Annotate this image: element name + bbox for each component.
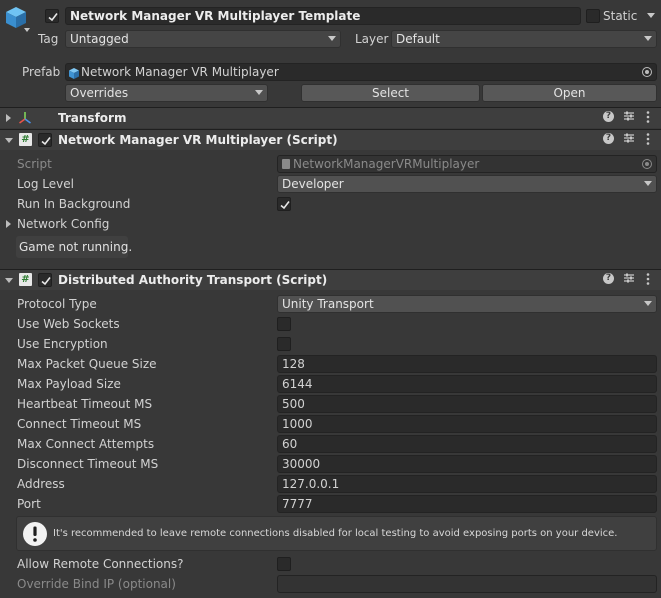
chevron-down-icon bbox=[644, 181, 652, 186]
checkmark-icon bbox=[280, 201, 290, 210]
log-level-label: Log Level bbox=[17, 177, 74, 191]
help-icon[interactable]: ? bbox=[603, 133, 614, 144]
address-input[interactable]: 127.0.0.1 bbox=[277, 475, 657, 493]
prefab-cube-icon bbox=[69, 67, 79, 80]
use-encryption-label: Use Encryption bbox=[17, 337, 108, 351]
status-box: Game not running. bbox=[16, 236, 132, 258]
static-label: Static bbox=[603, 9, 638, 23]
open-button[interactable]: Open bbox=[482, 84, 657, 102]
gameobject-cube-icon[interactable] bbox=[5, 6, 27, 30]
transform-title: Transform bbox=[58, 111, 127, 125]
max-packet-queue-size-input[interactable]: 128 bbox=[277, 355, 657, 373]
max-payload-size-input[interactable]: 6144 bbox=[277, 375, 657, 393]
chevron-down-icon bbox=[644, 36, 652, 41]
checkmark-icon bbox=[41, 137, 51, 146]
log-level-dropdown[interactable]: Developer bbox=[277, 175, 657, 193]
max-connect-attempts-input[interactable]: 60 bbox=[277, 435, 657, 453]
chevron-down-icon bbox=[644, 301, 652, 306]
chevron-down-icon bbox=[328, 36, 336, 41]
connect-timeout-input[interactable]: 1000 bbox=[277, 415, 657, 433]
script-value: NetworkManagerVRMultiplayer bbox=[293, 157, 480, 171]
use-web-sockets-label: Use Web Sockets bbox=[17, 317, 120, 331]
network-config-foldout-icon[interactable] bbox=[6, 220, 11, 228]
layer-label: Layer bbox=[355, 32, 389, 46]
overrides-label: Overrides bbox=[70, 86, 129, 100]
prefab-label: Prefab bbox=[22, 65, 61, 79]
field-label: Heartbeat Timeout MS bbox=[17, 397, 153, 411]
field-label: Disconnect Timeout MS bbox=[17, 457, 159, 471]
help-icon[interactable]: ? bbox=[603, 111, 614, 122]
help-icon[interactable]: ? bbox=[603, 273, 614, 284]
kebab-menu-icon[interactable] bbox=[646, 272, 650, 289]
heartbeat-timeout-input[interactable]: 500 bbox=[277, 395, 657, 413]
transport-title: Distributed Authority Transport (Script) bbox=[58, 273, 328, 287]
use-encryption-checkbox[interactable] bbox=[277, 337, 291, 351]
overrides-dropdown[interactable]: Overrides bbox=[65, 84, 268, 102]
gameobject-name-input[interactable]: Network Manager VR Multiplayer Template bbox=[65, 7, 581, 25]
kebab-menu-icon[interactable] bbox=[646, 110, 650, 127]
component-enabled-checkbox[interactable] bbox=[38, 273, 52, 287]
warning-text: It's recommended to leave remote connect… bbox=[53, 528, 618, 539]
object-picker-icon bbox=[642, 159, 652, 169]
log-level-value: Developer bbox=[282, 177, 344, 191]
active-checkbox[interactable] bbox=[45, 9, 59, 23]
script-hash-icon: # bbox=[19, 273, 32, 286]
tag-dropdown[interactable]: Untagged bbox=[65, 30, 341, 48]
presets-icon[interactable] bbox=[623, 110, 635, 125]
script-label: Script bbox=[17, 157, 52, 171]
presets-icon[interactable] bbox=[623, 132, 635, 147]
protocol-type-label: Protocol Type bbox=[17, 297, 97, 311]
field-label: Address bbox=[17, 477, 65, 491]
foldout-arrow-icon[interactable] bbox=[5, 138, 13, 143]
field-label: Max Connect Attempts bbox=[17, 437, 155, 451]
transform-header[interactable]: Transform ? bbox=[0, 107, 661, 128]
static-checkbox[interactable] bbox=[586, 9, 600, 23]
network-config-label[interactable]: Network Config bbox=[17, 216, 109, 232]
object-picker-icon[interactable] bbox=[642, 67, 652, 77]
field-label: Max Payload Size bbox=[17, 377, 121, 391]
chevron-down-icon bbox=[255, 90, 263, 95]
presets-icon[interactable] bbox=[623, 272, 635, 287]
component-enabled-checkbox[interactable] bbox=[38, 133, 52, 147]
select-button[interactable]: Select bbox=[301, 84, 480, 102]
foldout-arrow-icon[interactable] bbox=[6, 114, 11, 122]
run-in-background-checkbox[interactable] bbox=[277, 197, 291, 211]
warning-icon bbox=[22, 521, 48, 550]
warning-help-box: It's recommended to leave remote connect… bbox=[16, 516, 657, 551]
allow-remote-connections-label: Allow Remote Connections? bbox=[17, 557, 184, 571]
use-web-sockets-checkbox[interactable] bbox=[277, 317, 291, 331]
checkmark-icon bbox=[48, 13, 58, 22]
protocol-type-dropdown[interactable]: Unity Transport bbox=[277, 295, 657, 313]
field-label: Port bbox=[17, 497, 41, 511]
run-in-background-label: Run In Background bbox=[17, 197, 131, 211]
layer-value: Default bbox=[396, 32, 440, 46]
layer-dropdown[interactable]: Default bbox=[391, 30, 657, 48]
status-text: Game not running. bbox=[19, 240, 133, 254]
script-object-field: NetworkManagerVRMultiplayer bbox=[277, 155, 657, 173]
checkmark-icon bbox=[41, 277, 51, 286]
kebab-menu-icon[interactable] bbox=[646, 132, 650, 149]
override-bind-ip-label: Override Bind IP (optional) bbox=[17, 577, 176, 591]
script-hash-icon: # bbox=[19, 133, 32, 146]
protocol-type-value: Unity Transport bbox=[282, 297, 374, 311]
port-input[interactable]: 7777 bbox=[277, 495, 657, 513]
transform-icon bbox=[18, 111, 32, 128]
static-dropdown-arrow-icon[interactable] bbox=[647, 13, 655, 18]
prefab-object-field[interactable]: Network Manager VR Multiplayer bbox=[65, 63, 657, 81]
network-manager-title: Network Manager VR Multiplayer (Script) bbox=[58, 133, 338, 147]
icon-dropdown-arrow-icon[interactable] bbox=[24, 28, 30, 32]
script-file-icon bbox=[282, 159, 290, 169]
transport-header[interactable]: # Distributed Authority Transport (Scrip… bbox=[0, 269, 661, 290]
field-label: Connect Timeout MS bbox=[17, 417, 142, 431]
prefab-value: Network Manager VR Multiplayer bbox=[81, 65, 279, 79]
allow-remote-connections-checkbox[interactable] bbox=[277, 557, 291, 571]
tag-label: Tag bbox=[38, 32, 59, 46]
tag-value: Untagged bbox=[70, 32, 129, 46]
disconnect-timeout-input[interactable]: 30000 bbox=[277, 455, 657, 473]
override-bind-ip-input bbox=[277, 575, 657, 593]
foldout-arrow-icon[interactable] bbox=[5, 278, 13, 283]
network-manager-header[interactable]: # Network Manager VR Multiplayer (Script… bbox=[0, 129, 661, 150]
field-label: Max Packet Queue Size bbox=[17, 357, 157, 371]
